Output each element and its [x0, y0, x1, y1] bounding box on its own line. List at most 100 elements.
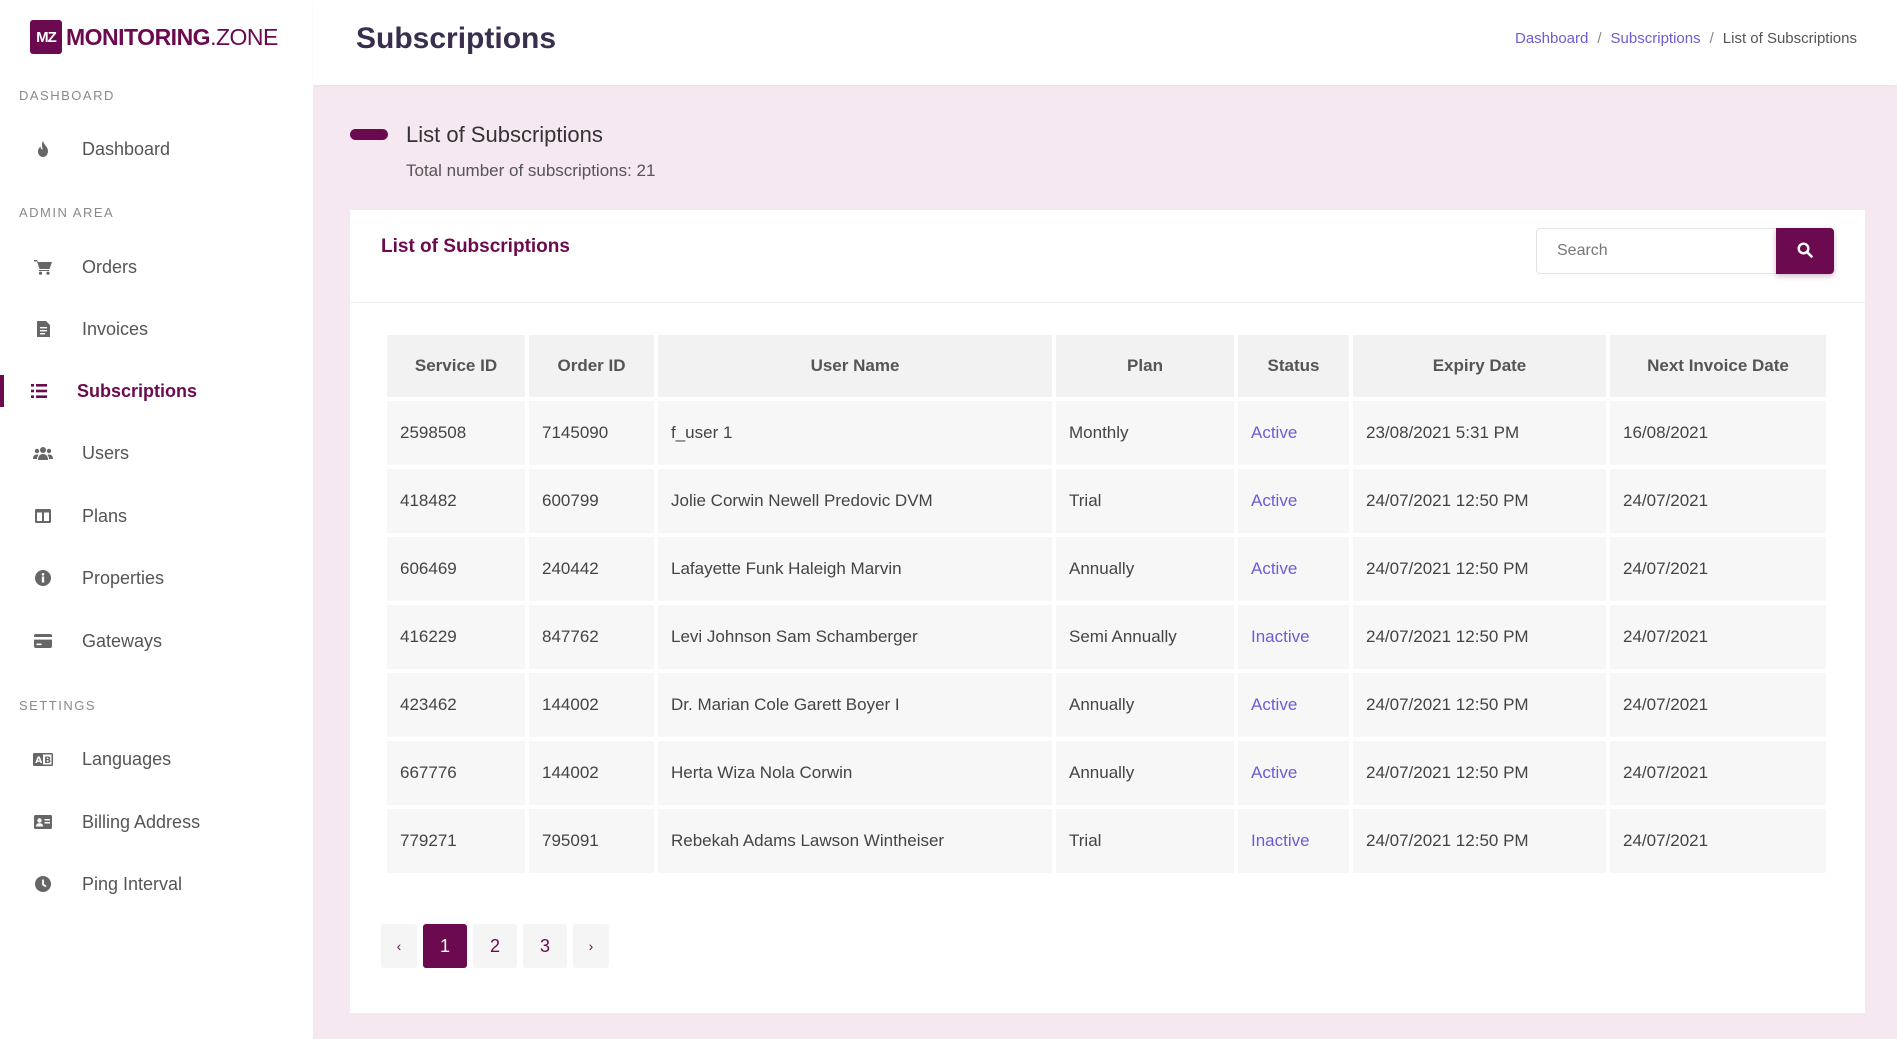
sidebar-item-orders[interactable]: Orders: [0, 242, 313, 292]
sidebar-item-users[interactable]: Users: [0, 428, 313, 478]
cell-next-invoice-date: 16/08/2021: [1610, 401, 1826, 465]
sidebar-item-subscriptions[interactable]: Subscriptions: [0, 366, 313, 416]
pagination-prev-button[interactable]: ‹: [381, 924, 417, 968]
breadcrumb-dashboard[interactable]: Dashboard: [1515, 30, 1588, 47]
cell-expiry-date: 24/07/2021 12:50 PM: [1353, 673, 1606, 737]
section-subtitle: Total number of subscriptions: 21: [406, 161, 656, 180]
clock-icon: [32, 873, 54, 895]
cell-expiry-date: 24/07/2021 12:50 PM: [1353, 741, 1606, 805]
cell-order-id: 240442: [529, 537, 654, 601]
app-logo[interactable]: MZ MONITORING.ZONE: [30, 20, 278, 54]
column-header-service-id[interactable]: Service ID: [387, 335, 525, 397]
cell-expiry-date: 24/07/2021 12:50 PM: [1353, 809, 1606, 873]
top-header: Subscriptions Dashboard / Subscriptions …: [313, 0, 1897, 85]
logo-mark: MZ: [30, 20, 62, 54]
cell-status: Inactive: [1238, 809, 1349, 873]
sidebar-item-dashboard[interactable]: Dashboard: [0, 124, 313, 174]
section-title: List of Subscriptions: [406, 122, 603, 147]
pagination-page-2[interactable]: 2: [473, 924, 517, 968]
cell-order-id: 144002: [529, 741, 654, 805]
table-row[interactable]: 416229 847762 Levi Johnson Sam Schamberg…: [387, 605, 1826, 669]
cell-status: Inactive: [1238, 605, 1349, 669]
sidebar-item-label: Languages: [82, 748, 172, 769]
cell-next-invoice-date: 24/07/2021: [1610, 605, 1826, 669]
cell-next-invoice-date: 24/07/2021: [1610, 809, 1826, 873]
cell-user-name: Herta Wiza Nola Corwin: [658, 741, 1052, 805]
sidebar: MZ MONITORING.ZONE DASHBOARD Dashboard A…: [0, 0, 313, 1039]
cell-user-name: Rebekah Adams Lawson Wintheiser: [658, 809, 1052, 873]
svg-text:B: B: [44, 756, 51, 766]
cell-user-name: Dr. Marian Cole Garett Boyer I: [658, 673, 1052, 737]
cell-service-id: 418482: [387, 469, 525, 533]
cell-expiry-date: 24/07/2021 12:50 PM: [1353, 605, 1606, 669]
breadcrumb-subscriptions[interactable]: Subscriptions: [1611, 30, 1701, 47]
cell-order-id: 7145090: [529, 401, 654, 465]
subscriptions-card: List of Subscriptions Service ID Order I…: [350, 210, 1865, 1013]
cell-plan: Trial: [1056, 469, 1234, 533]
logo-text-zone: .ZONE: [210, 23, 278, 50]
sidebar-item-properties[interactable]: Properties: [0, 553, 313, 603]
sidebar-section-dashboard: DASHBOARD: [19, 88, 115, 103]
column-header-expiry-date[interactable]: Expiry Date: [1353, 335, 1606, 397]
sidebar-item-invoices[interactable]: Invoices: [0, 304, 313, 354]
table-row[interactable]: 423462 144002 Dr. Marian Cole Garett Boy…: [387, 673, 1826, 737]
logo-text-bold: MONITORING: [66, 23, 211, 50]
table-row[interactable]: 667776 144002 Herta Wiza Nola Corwin Ann…: [387, 741, 1826, 805]
cell-expiry-date: 23/08/2021 5:31 PM: [1353, 401, 1606, 465]
cell-status: Active: [1238, 537, 1349, 601]
breadcrumb-current: List of Subscriptions: [1722, 30, 1857, 47]
card-divider: [350, 302, 1865, 303]
sidebar-item-languages[interactable]: AB Languages: [0, 734, 313, 784]
sidebar-item-label: Users: [82, 442, 130, 463]
cell-plan: Annually: [1056, 741, 1234, 805]
cart-icon: [32, 256, 54, 278]
card-title: List of Subscriptions: [381, 236, 570, 257]
table-row[interactable]: 2598508 7145090 f_user 1 Monthly Active …: [387, 401, 1826, 465]
pagination-next-button[interactable]: ›: [573, 924, 609, 968]
search-button[interactable]: [1776, 228, 1834, 274]
pagination-page-3[interactable]: 3: [523, 924, 567, 968]
search-input[interactable]: [1536, 228, 1776, 274]
pagination-page-1[interactable]: 1: [423, 924, 467, 968]
cell-status: Active: [1238, 401, 1349, 465]
sidebar-item-label: Subscriptions: [77, 380, 198, 401]
users-icon: [32, 442, 54, 464]
sidebar-item-label: Orders: [82, 256, 138, 277]
table-header-row: Service ID Order ID User Name Plan Statu…: [387, 335, 1826, 397]
breadcrumb: Dashboard / Subscriptions / List of Subs…: [1515, 30, 1857, 47]
sidebar-item-label: Ping Interval: [82, 873, 183, 894]
column-header-order-id[interactable]: Order ID: [529, 335, 654, 397]
cell-expiry-date: 24/07/2021 12:50 PM: [1353, 469, 1606, 533]
cell-status: Active: [1238, 741, 1349, 805]
cell-order-id: 600799: [529, 469, 654, 533]
cell-service-id: 606469: [387, 537, 525, 601]
cell-plan: Annually: [1056, 673, 1234, 737]
cell-next-invoice-date: 24/07/2021: [1610, 741, 1826, 805]
sidebar-item-plans[interactable]: Plans: [0, 491, 313, 541]
sidebar-section-admin-area: ADMIN AREA: [19, 205, 115, 220]
sidebar-item-label: Properties: [82, 567, 165, 588]
sidebar-item-gateways[interactable]: Gateways: [0, 616, 313, 666]
column-header-status[interactable]: Status: [1238, 335, 1349, 397]
sidebar-item-label: Plans: [82, 505, 128, 526]
cell-user-name: Lafayette Funk Haleigh Marvin: [658, 537, 1052, 601]
fire-icon: [32, 138, 54, 160]
column-header-user-name[interactable]: User Name: [658, 335, 1052, 397]
cell-plan: Trial: [1056, 809, 1234, 873]
address-card-icon: [32, 811, 54, 833]
column-header-next-invoice-date[interactable]: Next Invoice Date: [1610, 335, 1826, 397]
breadcrumb-separator: /: [1597, 30, 1602, 47]
sidebar-item-billing-address[interactable]: Billing Address: [0, 797, 313, 847]
pagination: ‹ 1 2 3 ›: [381, 924, 615, 968]
table-row[interactable]: 606469 240442 Lafayette Funk Haleigh Mar…: [387, 537, 1826, 601]
table-row[interactable]: 418482 600799 Jolie Corwin Newell Predov…: [387, 469, 1826, 533]
cell-service-id: 2598508: [387, 401, 525, 465]
sidebar-item-ping-interval[interactable]: Ping Interval: [0, 859, 313, 909]
cell-service-id: 667776: [387, 741, 525, 805]
sidebar-item-label: Billing Address: [82, 811, 201, 832]
credit-card-icon: [32, 630, 54, 652]
column-header-plan[interactable]: Plan: [1056, 335, 1234, 397]
cell-user-name: Jolie Corwin Newell Predovic DVM: [658, 469, 1052, 533]
section-accent-bar: [350, 129, 388, 140]
table-row[interactable]: 779271 795091 Rebekah Adams Lawson Winth…: [387, 809, 1826, 873]
